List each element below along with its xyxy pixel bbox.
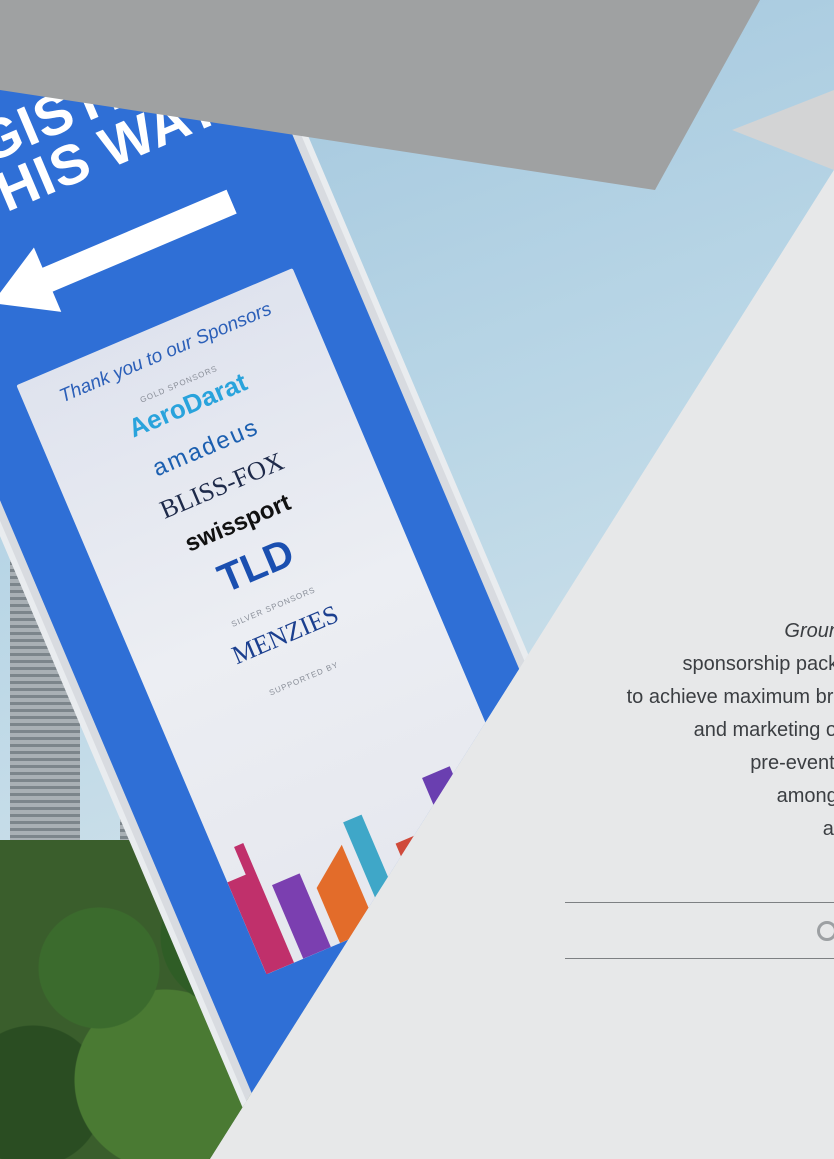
copy-line2: sponsorship packages (682, 653, 834, 675)
divider-top (565, 902, 834, 903)
divider-bottom (565, 958, 834, 959)
copy-line4: and marketing oppo (693, 719, 834, 741)
copy-line5: pre-event commu (750, 752, 834, 774)
copy-line6: among this impo (776, 785, 834, 807)
sponsorship-copy: Ground Handling sponsorship packages to … (520, 615, 834, 846)
partial-glyph (817, 921, 834, 941)
page: REGISTRATION THIS WAY Thank you to our S… (0, 0, 834, 1159)
copy-line7: audience at t (822, 818, 834, 840)
copy-line3: to achieve maximum br (626, 686, 834, 708)
copy-line1: Ground Handling (784, 620, 834, 642)
